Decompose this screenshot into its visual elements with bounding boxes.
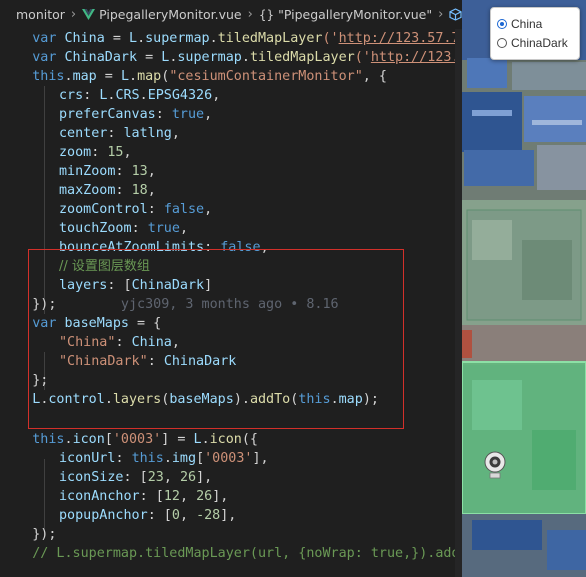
layer-option-label: ChinaDark <box>511 35 568 50</box>
satellite-imagery <box>462 0 586 577</box>
breadcrumb-symbol-label: "PipegalleryMonitor.vue" <box>278 7 433 22</box>
code-line-23: iconUrl: this.img['0003'], <box>59 451 269 466</box>
code-line-20: L.control.layers(baseMaps).addTo(this.ma… <box>0 392 379 407</box>
cube-icon <box>449 8 462 21</box>
code-line-27: }); <box>0 527 57 542</box>
code-area[interactable]: var China = L.supermap.tiledMapLayer('ht… <box>0 29 462 577</box>
breadcrumb-folder[interactable]: monitor <box>16 7 65 22</box>
code-line-2: var ChinaDark = L.supermap.tiledMapLayer… <box>0 50 462 65</box>
code-line-17: "China": China, <box>59 335 180 350</box>
indent-guide <box>44 459 45 535</box>
code-line-7: zoom: 15, <box>59 145 132 160</box>
chevron-right-icon: › <box>247 7 253 22</box>
code-line-19: }; <box>0 373 49 388</box>
code-line-25: iconAnchor: [12, 26], <box>59 489 229 504</box>
git-blame-annotation: yjc309, 3 months ago • 8.16 <box>56 297 339 312</box>
code-line-28: // L.supermap.tiledMapLayer(url, {noWrap… <box>0 546 462 561</box>
code-line-5: preferCanvas: true, <box>59 107 213 122</box>
chevron-right-icon: › <box>438 7 444 22</box>
code-line-6: center: latlng, <box>59 126 180 141</box>
breadcrumb-folder-label: monitor <box>16 7 65 22</box>
layer-option-label: China <box>511 16 543 31</box>
code-line-14: layers: [ChinaDark] <box>59 278 213 293</box>
layer-option-chinadark[interactable]: ChinaDark <box>497 33 573 52</box>
code-line-24: iconSize: [23, 26], <box>59 470 213 485</box>
code-line-12: bounceAtZoomLimits: false, <box>59 240 269 255</box>
breadcrumb-file[interactable]: PipegalleryMonitor.vue <box>82 7 242 22</box>
code-line-11: touchZoom: true, <box>59 221 188 236</box>
breadcrumb-symbol[interactable]: {} "PipegalleryMonitor.vue" <box>259 7 432 22</box>
code-line-26: popupAnchor: [0, -28], <box>59 508 237 523</box>
vue-file-icon <box>82 9 96 20</box>
breadcrumb-file-label: PipegalleryMonitor.vue <box>99 7 242 22</box>
radio-icon[interactable] <box>497 37 507 48</box>
code-line-10: zoomControl: false, <box>59 202 213 217</box>
map-marker-icon[interactable] <box>484 451 506 481</box>
indent-guide <box>44 86 45 314</box>
code-editor[interactable]: monitor › PipegalleryMonitor.vue › {} "P… <box>0 0 462 577</box>
satellite-map[interactable] <box>462 0 586 577</box>
code-line-15: }); yjc309, 3 months ago • 8.16 <box>0 297 339 312</box>
breadcrumb-tail[interactable]: sc <box>449 7 462 22</box>
code-line-18: "ChinaDark": ChinaDark <box>59 354 237 369</box>
braces-icon: {} <box>258 7 275 22</box>
code-line-22: this.icon['0003'] = L.icon({ <box>32 432 258 447</box>
radio-icon[interactable] <box>497 18 507 29</box>
code-line-1: var China = L.supermap.tiledMapLayer('ht… <box>0 31 462 46</box>
code-line-16: var baseMaps = { <box>0 316 162 331</box>
editor-scrollbar[interactable] <box>455 29 462 577</box>
breadcrumb: monitor › PipegalleryMonitor.vue › {} "P… <box>0 0 462 29</box>
code-line-9: maxZoom: 18, <box>59 183 156 198</box>
code-line-13: // 设置图层数组 <box>59 259 150 274</box>
code-line-3: this.map = L.map("cesiumContainerMonitor… <box>32 69 387 84</box>
code-line-8: minZoom: 13, <box>59 164 156 179</box>
code-line-4: crs: L.CRS.EPSG4326, <box>59 88 221 103</box>
layers-control: China ChinaDark <box>490 7 580 60</box>
chevron-right-icon: › <box>70 7 77 22</box>
layer-option-china[interactable]: China <box>497 14 573 33</box>
